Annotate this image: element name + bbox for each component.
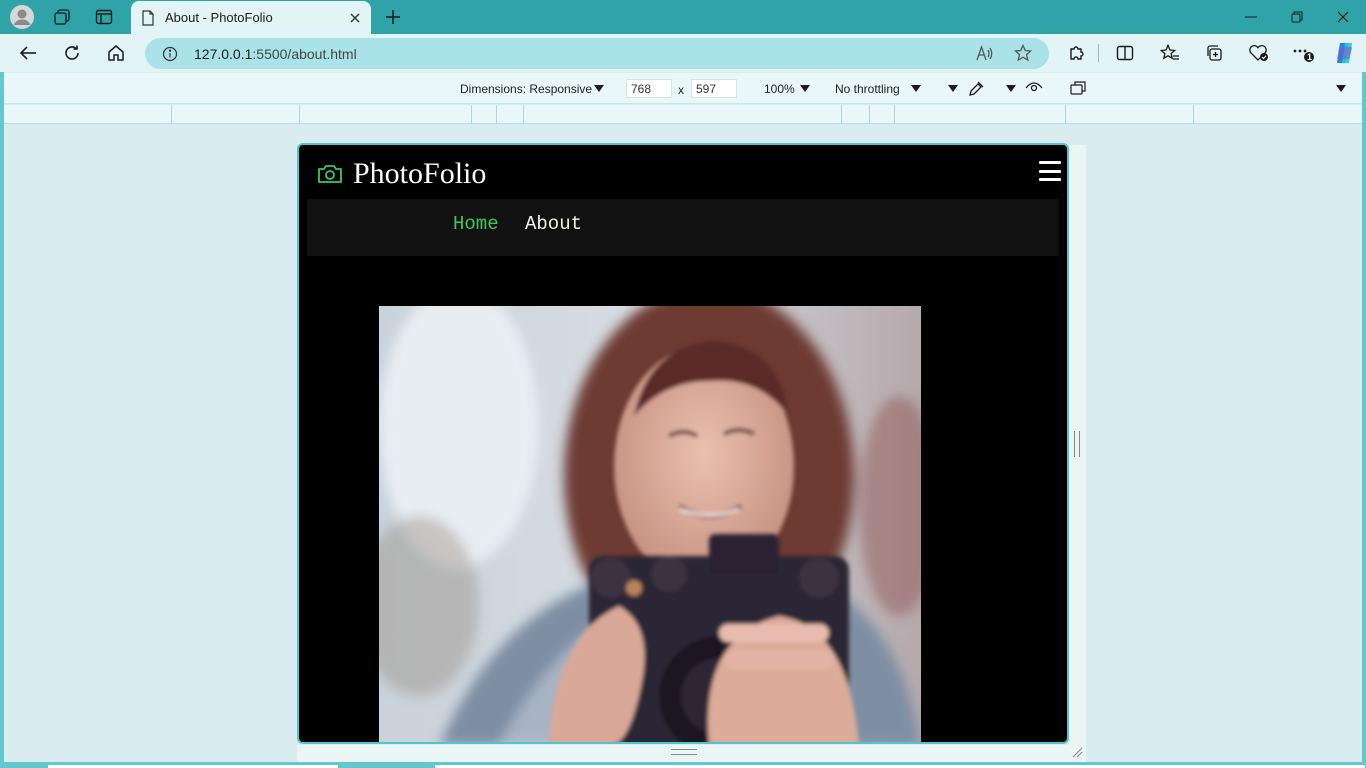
- site-brand[interactable]: PhotoFolio: [317, 157, 486, 191]
- dimensions-select[interactable]: Dimensions: Responsive: [460, 82, 592, 96]
- close-tab-icon[interactable]: [349, 12, 361, 24]
- site-title: PhotoFolio: [353, 157, 487, 190]
- width-input[interactable]: 768: [626, 79, 672, 98]
- url-path: :5500/about.html: [252, 46, 357, 62]
- extensions-button[interactable]: [1062, 39, 1092, 67]
- arrow-left-icon: [19, 46, 36, 60]
- ruler-mark: [1193, 105, 1194, 124]
- favorites-icon: [1160, 44, 1179, 60]
- more-devtools-caret-icon[interactable]: [1336, 85, 1346, 92]
- refresh-icon: [65, 45, 79, 60]
- eye-icon[interactable]: [1025, 81, 1043, 95]
- favorite-star-icon[interactable]: [1014, 44, 1032, 62]
- nav-link-about[interactable]: About: [525, 213, 582, 235]
- browser-essentials-button[interactable]: [1244, 39, 1274, 67]
- tab-about[interactable]: About - PhotoFolio: [131, 1, 371, 34]
- ruler-mark: [523, 105, 524, 124]
- right-grip-icon[interactable]: [1074, 431, 1080, 457]
- close-window-button[interactable]: [1320, 0, 1366, 34]
- favorites-button[interactable]: [1155, 39, 1185, 67]
- home-button[interactable]: [101, 39, 131, 67]
- ruler-mark: [894, 105, 895, 124]
- photographer-image: [379, 306, 921, 742]
- vision-caret-icon[interactable]: [1006, 85, 1016, 92]
- refresh-button[interactable]: [57, 39, 87, 67]
- zoom-caret-icon[interactable]: [800, 85, 810, 92]
- close-icon: [1337, 11, 1349, 23]
- collections-icon: [1207, 45, 1222, 61]
- ruler-mark: [496, 105, 497, 124]
- times-sign: x: [678, 83, 684, 97]
- zoom-select[interactable]: 100%: [764, 82, 795, 96]
- site-nav: Home About: [307, 199, 1059, 256]
- vertical-tabs-icon[interactable]: [90, 4, 118, 30]
- notification-badge: 1: [1307, 52, 1313, 62]
- media-query-ruler[interactable]: [4, 105, 1362, 124]
- read-aloud-icon[interactable]: [975, 45, 993, 62]
- toolbar-divider: [1098, 44, 1099, 62]
- back-button[interactable]: [13, 39, 43, 67]
- camera-icon: [318, 165, 342, 183]
- workspaces-icon[interactable]: [48, 4, 76, 30]
- home-icon: [108, 45, 124, 61]
- ruler-mark: [171, 105, 172, 124]
- height-input[interactable]: 597: [691, 79, 737, 98]
- heart-pulse-icon: [1249, 45, 1268, 61]
- corner-resize-icon[interactable]: [1071, 746, 1083, 758]
- page-icon: [142, 9, 154, 26]
- window-border-right: [1362, 72, 1366, 768]
- split-screen-button[interactable]: [1110, 39, 1140, 67]
- throttling-select[interactable]: No throttling: [835, 82, 900, 96]
- copilot-icon: [1337, 43, 1353, 63]
- save-data-caret-icon[interactable]: [948, 85, 958, 92]
- url-text[interactable]: 127.0.0.1:5500/about.html: [194, 46, 357, 62]
- ruler-mark: [869, 105, 870, 124]
- ruler-mark: [1065, 105, 1066, 124]
- copilot-button[interactable]: [1330, 39, 1360, 67]
- hamburger-menu-icon[interactable]: [1039, 161, 1061, 181]
- ruler-mark: [841, 105, 842, 124]
- profile-avatar-icon[interactable]: [8, 4, 36, 30]
- restore-button[interactable]: [1274, 0, 1320, 34]
- address-bar[interactable]: 127.0.0.1:5500/about.html: [145, 38, 1049, 69]
- url-host: 127.0.0.1: [194, 46, 253, 62]
- ruler-mark: [299, 105, 300, 124]
- ruler-mark: [471, 105, 472, 124]
- info-icon[interactable]: [162, 46, 178, 62]
- dimensions-caret-icon[interactable]: [594, 85, 604, 92]
- nav-link-home[interactable]: Home: [453, 213, 499, 235]
- throttling-caret-icon[interactable]: [911, 85, 921, 92]
- collections-button[interactable]: [1199, 39, 1229, 67]
- eyedropper-icon[interactable]: [967, 80, 985, 98]
- puzzle-icon: [1070, 46, 1084, 60]
- device-viewport-frame: PhotoFolio Home About: [297, 143, 1069, 744]
- more-options-button[interactable]: 1: [1288, 39, 1318, 67]
- rotate-device-icon[interactable]: [1069, 80, 1087, 96]
- hero-photo: [379, 306, 921, 742]
- split-screen-icon: [1116, 45, 1134, 61]
- bottom-grip-icon[interactable]: [671, 749, 697, 755]
- minimize-button[interactable]: [1228, 0, 1274, 34]
- restore-icon: [1291, 11, 1303, 23]
- minimize-icon: [1245, 16, 1257, 18]
- new-tab-button[interactable]: [380, 4, 406, 30]
- plus-icon: [386, 10, 400, 24]
- tab-title: About - PhotoFolio: [165, 10, 273, 25]
